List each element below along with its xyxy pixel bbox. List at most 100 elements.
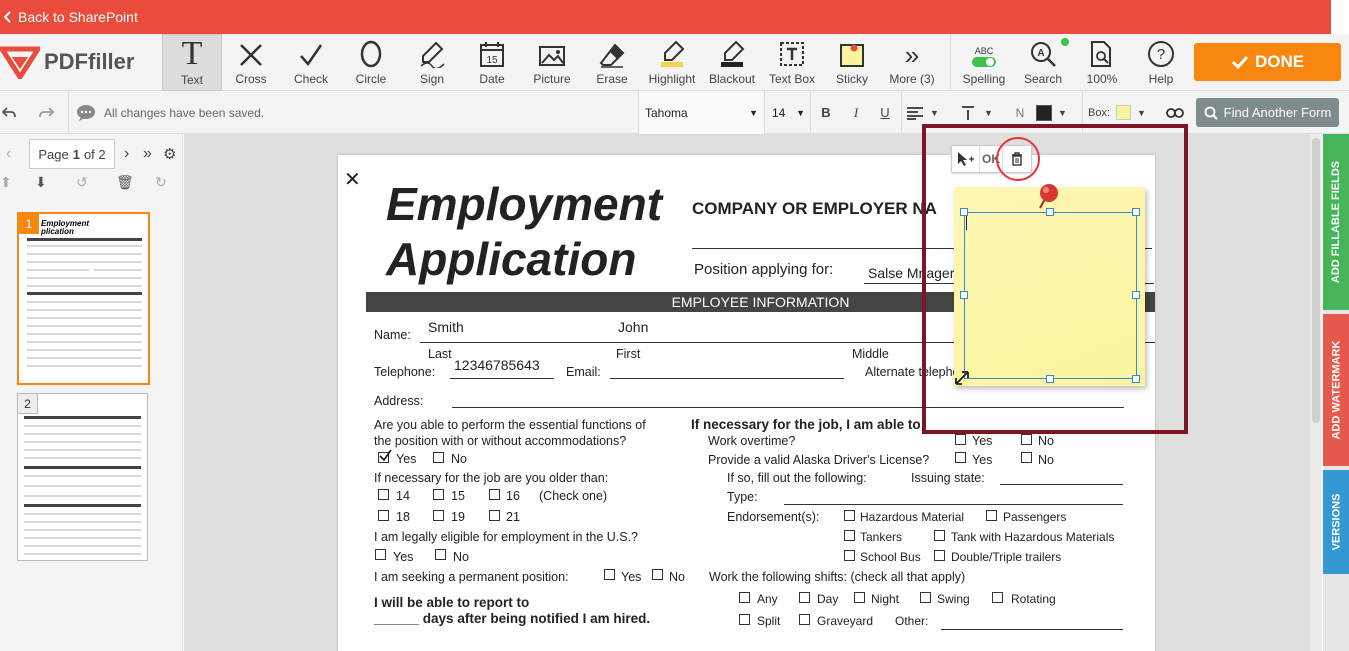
overtime-yes-checkbox[interactable] — [955, 434, 966, 445]
check-one-label: (Check one) — [539, 489, 608, 503]
permanent-yes-checkbox[interactable] — [604, 569, 615, 580]
tool-highlight[interactable]: Highlight — [642, 34, 702, 91]
bold-button[interactable]: B — [815, 91, 837, 134]
rotate-left-icon[interactable]: ↺ — [76, 174, 88, 191]
tool-circle[interactable]: Circle — [341, 34, 401, 91]
page-actions: ⬆ ⬇ ↺ 🗑 ↻ — [0, 174, 183, 202]
essential-yes-checkbox[interactable] — [378, 449, 392, 463]
tool-text[interactable]: T Text — [162, 34, 222, 91]
last-page-button[interactable]: » — [143, 145, 152, 163]
endorse-tankers-checkbox[interactable] — [844, 530, 855, 541]
endorse-passengers-checkbox[interactable] — [986, 510, 997, 521]
shift-option-label: Night — [871, 592, 900, 606]
add-fillable-fields-tab[interactable]: ADD FILLABLE FIELDS — [1323, 134, 1349, 310]
page-thumbnail-1[interactable]: 1 Employment plication — [17, 212, 150, 385]
redo-button[interactable] — [32, 91, 60, 134]
tool-cross[interactable]: Cross — [221, 34, 281, 91]
age-18-checkbox[interactable] — [378, 510, 389, 521]
sticky-icon — [840, 44, 864, 67]
shift-swing-checkbox[interactable] — [920, 592, 931, 603]
font-select[interactable]: Tahoma ▼ — [638, 91, 765, 134]
prev-page-button[interactable]: ‹ — [6, 145, 11, 163]
pushpin-icon — [1039, 184, 1058, 209]
scrollbar-thumb[interactable] — [1312, 138, 1320, 423]
tool-search[interactable]: A Search — [1013, 34, 1073, 91]
essential-no-checkbox[interactable] — [433, 452, 444, 463]
shift-split-checkbox[interactable] — [739, 614, 750, 625]
caret-down-icon: ▼ — [749, 107, 758, 118]
resize-handle[interactable] — [960, 291, 968, 299]
find-another-form-button[interactable]: Find Another Form — [1196, 98, 1339, 127]
rotate-right-icon[interactable]: ↻ — [155, 174, 167, 191]
sticky-text-area[interactable] — [964, 212, 1137, 379]
permanent-no-checkbox[interactable] — [652, 569, 663, 580]
move-up-icon[interactable]: ⬆ — [0, 174, 12, 191]
italic-button[interactable]: I — [845, 91, 867, 134]
settings-gear-icon[interactable]: ⚙ — [163, 145, 176, 163]
rail-tab-label: ADD FILLABLE FIELDS — [1330, 160, 1342, 284]
close-icon[interactable]: ✕ — [344, 167, 361, 192]
endorse-tank-hazmat-checkbox[interactable] — [934, 530, 945, 541]
resize-handle[interactable] — [1132, 375, 1140, 383]
tool-erase[interactable]: Erase — [582, 34, 642, 91]
shift-day-checkbox[interactable] — [799, 592, 810, 603]
tool-picture[interactable]: Picture — [522, 34, 582, 91]
vertical-scrollbar[interactable] — [1310, 134, 1322, 651]
tool-more[interactable]: » More (3) — [882, 34, 942, 91]
last-name-value[interactable]: Smith — [428, 319, 464, 335]
tool-help[interactable]: ? Help — [1131, 34, 1191, 91]
svg-text:15: 15 — [486, 55, 498, 66]
age-15-checkbox[interactable] — [433, 489, 444, 500]
legal-yes-checkbox[interactable] — [375, 549, 386, 560]
tool-text-box[interactable]: Text Box — [762, 34, 822, 91]
age-14-checkbox[interactable] — [378, 489, 389, 500]
overtime-no-checkbox[interactable] — [1021, 434, 1032, 445]
add-watermark-tab[interactable]: ADD WATERMARK — [1323, 314, 1349, 466]
tool-sign[interactable]: Sign — [402, 34, 462, 91]
font-size-select[interactable]: 14 ▼ — [767, 91, 811, 134]
resize-arrow-icon[interactable] — [954, 370, 970, 386]
tool-date[interactable]: 15 Date — [462, 34, 522, 91]
license-yes-checkbox[interactable] — [955, 452, 966, 463]
endorse-school-bus-checkbox[interactable] — [844, 550, 855, 561]
telephone-value[interactable]: 12346785643 — [454, 357, 540, 373]
endorse-double-triple-checkbox[interactable] — [934, 550, 945, 561]
license-no-checkbox[interactable] — [1021, 452, 1032, 463]
page-thumbnail-2[interactable]: 2 — [17, 393, 148, 561]
sticky-note[interactable] — [954, 187, 1145, 386]
age-16-checkbox[interactable] — [489, 489, 500, 500]
pdffiller-logo: PDFfiller — [0, 44, 134, 80]
resize-handle[interactable] — [1132, 291, 1140, 299]
yes-label: Yes — [396, 452, 417, 466]
legal-no-checkbox[interactable] — [435, 549, 446, 560]
shift-rotating-checkbox[interactable] — [992, 592, 1003, 603]
shift-graveyard-checkbox[interactable] — [799, 614, 810, 625]
back-to-sharepoint-link[interactable]: Back to SharePoint — [4, 9, 138, 25]
underline-button[interactable]: U — [874, 91, 896, 134]
undo-button[interactable] — [0, 91, 18, 134]
first-name-value[interactable]: John — [618, 319, 648, 335]
shift-night-checkbox[interactable] — [854, 592, 865, 603]
resize-handle[interactable] — [1046, 375, 1054, 383]
next-page-button[interactable]: › — [124, 145, 129, 163]
age-21-checkbox[interactable] — [489, 510, 500, 521]
move-down-icon[interactable]: ⬇ — [35, 174, 47, 191]
age-19-checkbox[interactable] — [433, 510, 444, 521]
tool-spelling[interactable]: ABC Spelling — [954, 34, 1014, 91]
move-sticky-button[interactable] — [952, 146, 980, 172]
endorse-hazmat-checkbox[interactable] — [844, 510, 855, 521]
done-button[interactable]: DONE — [1194, 43, 1341, 81]
tool-zoom[interactable]: 100% — [1072, 34, 1132, 91]
tool-blackout[interactable]: Blackout — [702, 34, 762, 91]
circle-icon — [360, 40, 382, 68]
tool-label: Text Box — [768, 72, 816, 86]
tool-check[interactable]: Check — [281, 34, 341, 91]
resize-handle[interactable] — [1132, 208, 1140, 216]
shift-any-checkbox[interactable] — [739, 592, 750, 603]
delete-page-icon[interactable]: 🗑 — [116, 174, 134, 191]
date-icon: 15 — [480, 42, 504, 67]
font-size-value: 14 — [772, 105, 786, 120]
resize-handle[interactable] — [960, 208, 968, 216]
versions-tab[interactable]: VERSIONS — [1323, 470, 1349, 574]
tool-sticky[interactable]: Sticky — [822, 34, 882, 91]
